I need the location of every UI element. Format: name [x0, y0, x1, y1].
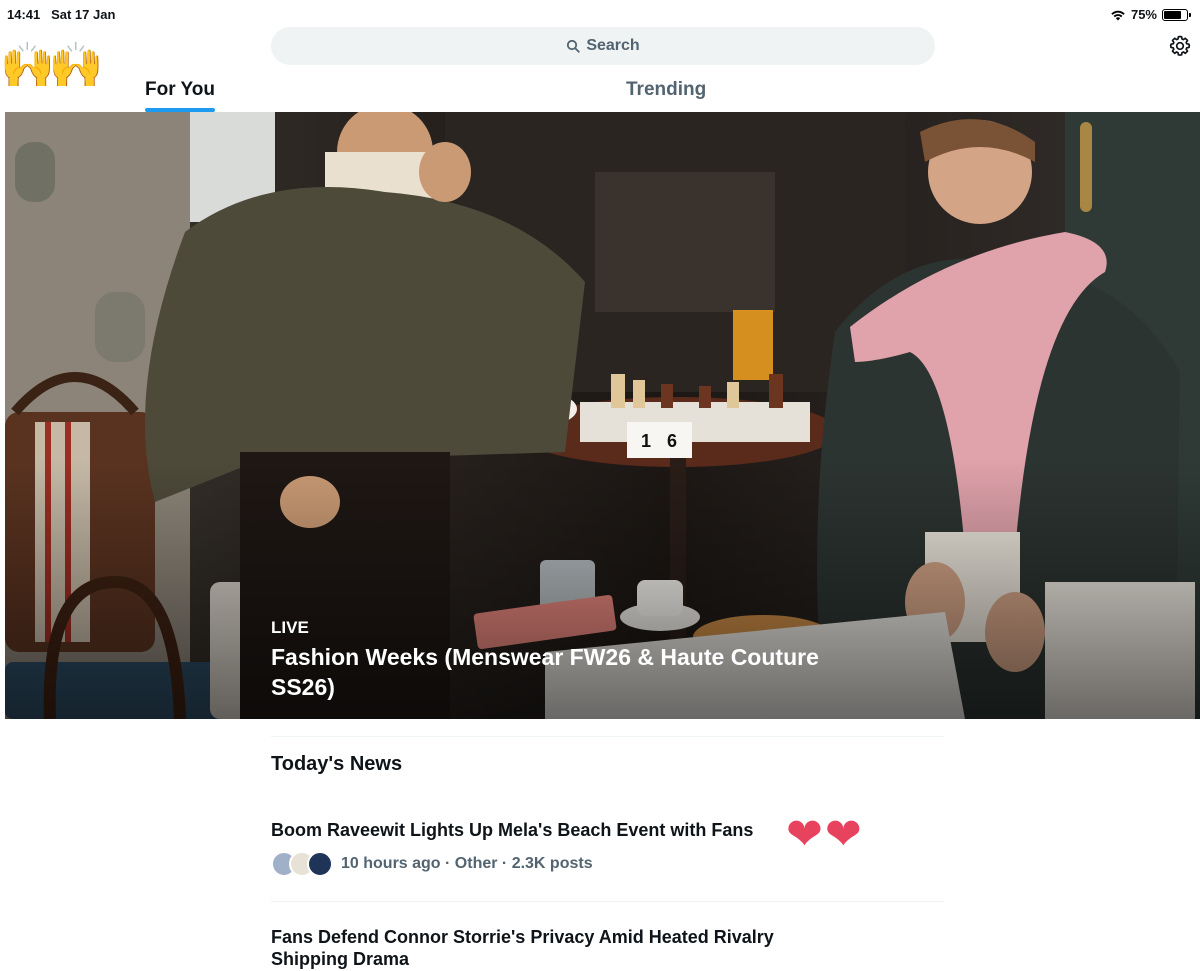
explore-tabs: For You Trending [0, 68, 1200, 112]
battery-icon [1162, 8, 1191, 21]
status-bar: 14:41 Sat 17 Jan 75% [0, 0, 1200, 30]
status-time: 14:41 [7, 7, 41, 22]
section-title-todays-news: Today's News [271, 753, 403, 775]
news-headline: Fans Defend Connor Storrie's Privacy Ami… [271, 927, 774, 969]
status-time-date: 14:41 Sat 17 Jan [7, 7, 115, 22]
svg-text:6: 6 [667, 431, 677, 451]
hero-card[interactable]: 1 6 LIVE Fashion Weeks (Menswear FW26 & … [5, 112, 1200, 719]
status-right: 75% [1110, 7, 1191, 22]
search-icon [567, 39, 581, 53]
tab-for-you[interactable]: For You [145, 68, 216, 112]
avatar-stack [271, 851, 333, 877]
tab-trending[interactable]: Trending [626, 68, 706, 112]
status-date: Sat 17 Jan [51, 7, 116, 22]
news-meta: 10 hours ago · Other · 2.3K posts [341, 855, 593, 872]
wifi-icon [1111, 10, 1125, 20]
search-bar[interactable]: Search [271, 27, 935, 65]
avatar [307, 851, 333, 877]
divider [271, 901, 944, 902]
search-label: Search [586, 37, 640, 54]
live-badge: LIVE [271, 618, 309, 637]
hearts-emoji: ❤❤ [786, 810, 864, 859]
battery-fill [1164, 10, 1181, 19]
hero-title: Fashion Weeks (Menswear FW26 & Haute Cou… [271, 644, 819, 700]
svg-text:1: 1 [641, 431, 651, 451]
divider [271, 736, 944, 737]
news-item[interactable]: Fans Defend Connor Storrie's Privacy Ami… [271, 926, 831, 970]
battery-percent: 75% [1130, 7, 1157, 22]
gear-icon[interactable] [1168, 34, 1192, 58]
